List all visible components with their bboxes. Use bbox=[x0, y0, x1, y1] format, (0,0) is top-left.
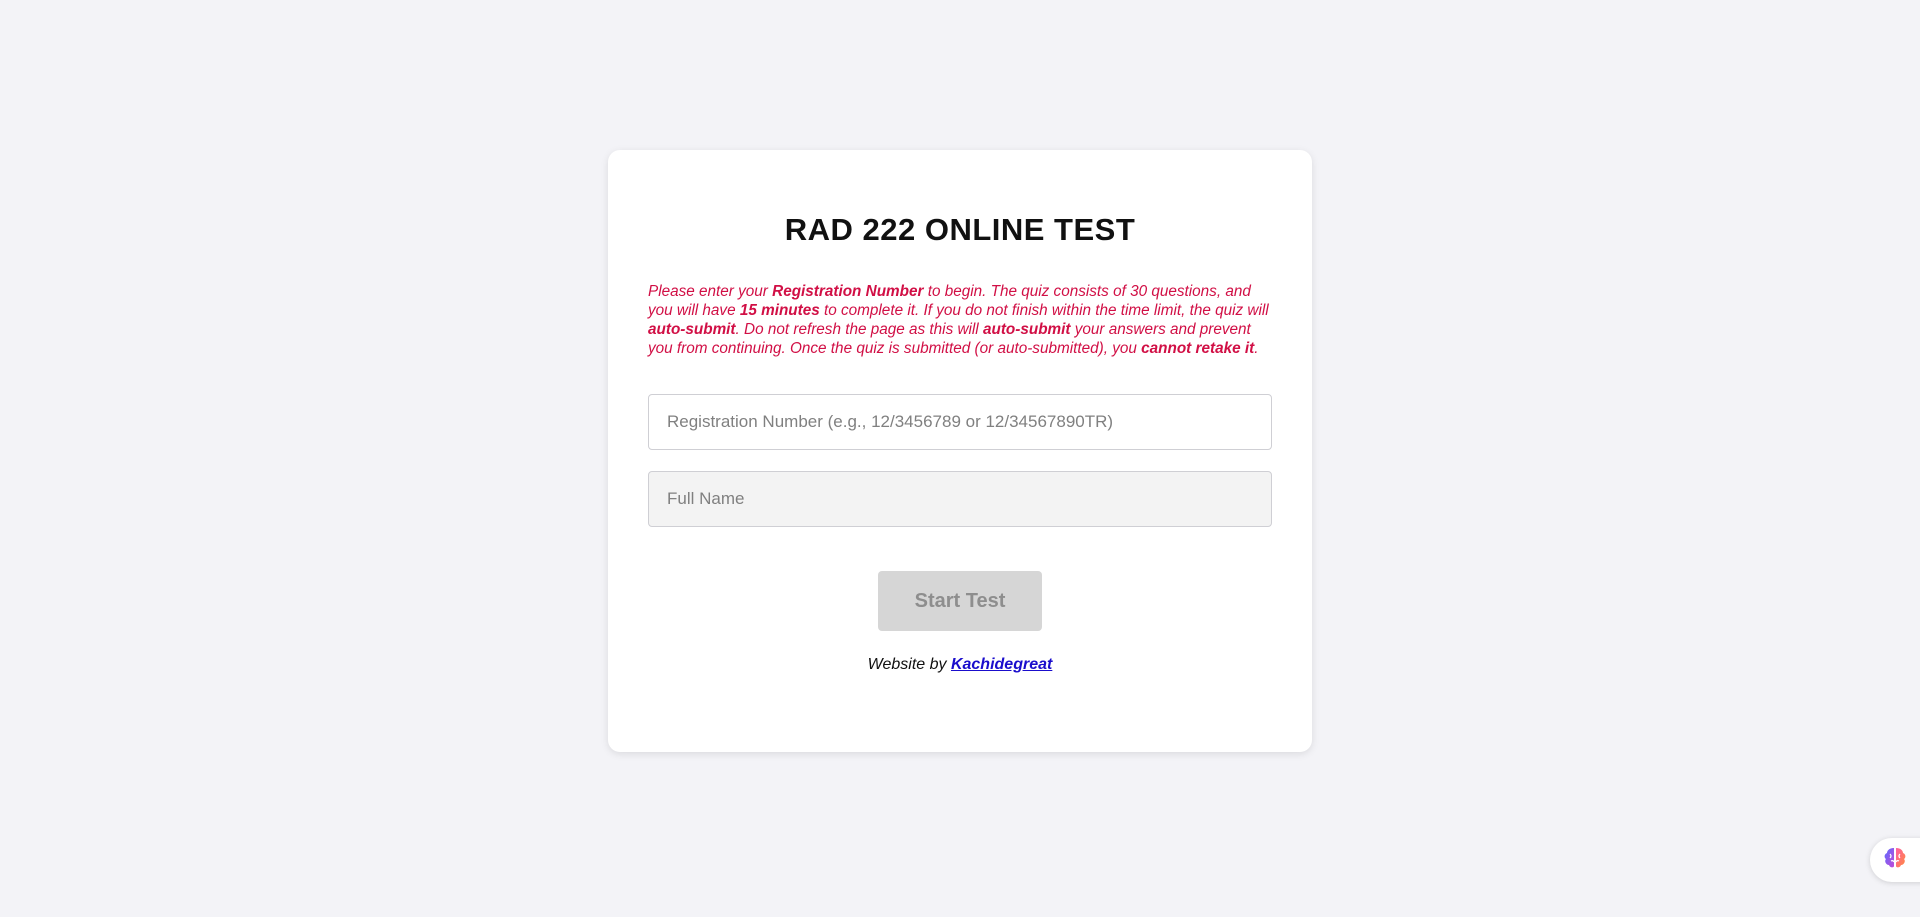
notice-emphasis: 15 minutes bbox=[739, 302, 820, 319]
notice-emphasis: auto-submit bbox=[648, 321, 736, 338]
start-button-wrap: Start Test bbox=[648, 571, 1272, 631]
credit-link[interactable]: Kachidegreat bbox=[951, 656, 1052, 673]
notice-text: to complete it. If you do not finish wit… bbox=[819, 302, 1269, 319]
notice-text: Please enter your bbox=[648, 283, 773, 300]
notice-text: . Do not refresh the page as this will bbox=[735, 321, 983, 338]
notice-emphasis: cannot retake it bbox=[1141, 340, 1255, 357]
notice-emphasis: Registration Number bbox=[772, 283, 924, 300]
full-name-input[interactable] bbox=[648, 471, 1272, 527]
login-card: RAD 222 ONLINE TEST Please enter your Re… bbox=[608, 150, 1312, 752]
assistant-fab[interactable] bbox=[1870, 838, 1920, 882]
brain-icon bbox=[1882, 846, 1908, 875]
start-test-button[interactable]: Start Test bbox=[878, 571, 1042, 631]
credit-prefix: Website by bbox=[867, 656, 951, 673]
website-credit: Website by Kachidegreat bbox=[648, 656, 1272, 674]
instructions-notice: Please enter your Registration Number to… bbox=[648, 282, 1272, 358]
registration-number-input[interactable] bbox=[648, 394, 1272, 450]
notice-emphasis: auto-submit bbox=[982, 321, 1071, 338]
page-title: RAD 222 ONLINE TEST bbox=[784, 212, 1136, 247]
notice-text: . bbox=[1254, 340, 1259, 357]
